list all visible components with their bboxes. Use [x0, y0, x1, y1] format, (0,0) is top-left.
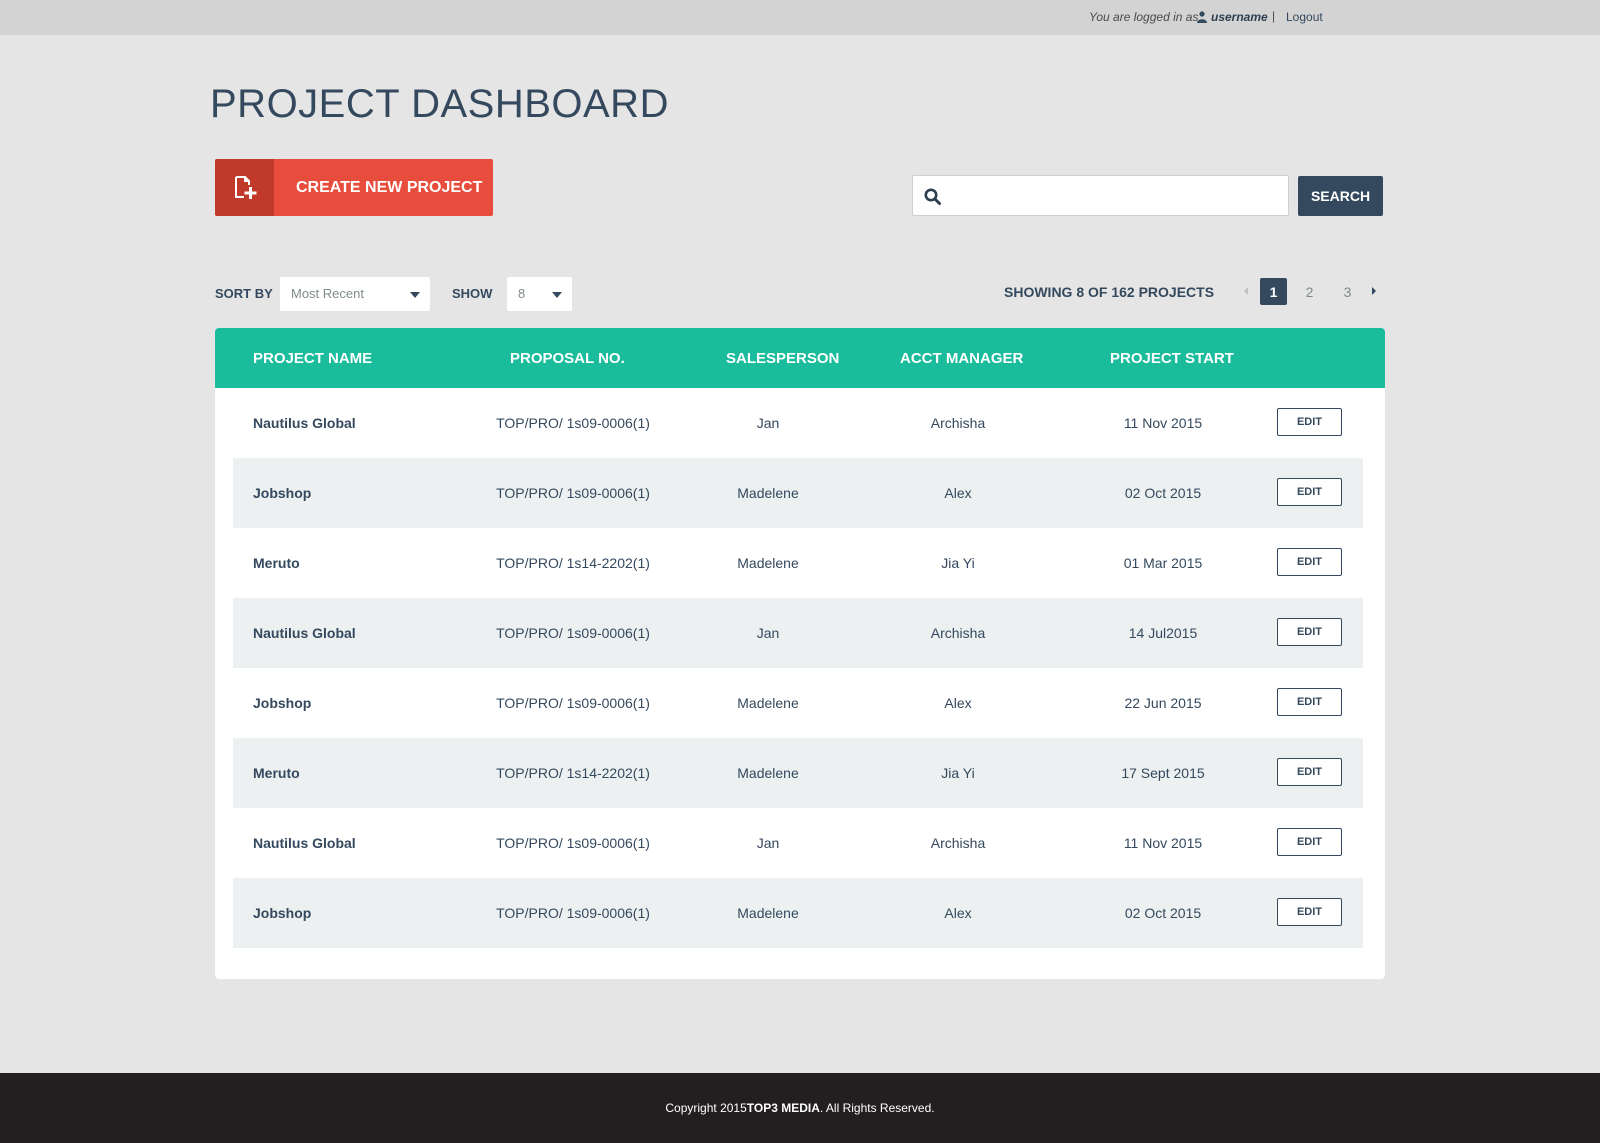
proposal-no-cell: TOP/PRO/ 1s09-0006(1) [496, 625, 650, 641]
project-start-cell: 02 Oct 2015 [1124, 905, 1202, 921]
show-count-value: 8 [518, 286, 526, 301]
acct-manager-cell: Archisha [930, 415, 986, 431]
copyright-suffix: . All Rights Reserved. [819, 1101, 935, 1115]
acct-manager-cell: Alex [944, 695, 972, 711]
new-file-icon-box [215, 159, 274, 216]
table-row: Jobshop TOP/PRO/ 1s09-0006(1) Madelene Alex… [233, 668, 1363, 738]
search-input[interactable] [949, 176, 1284, 215]
edit-button[interactable]: EDIT [1277, 688, 1342, 716]
separator: | [1272, 9, 1276, 23]
acct-manager-cell: Archisha [930, 835, 986, 851]
edit-button[interactable]: EDIT [1277, 828, 1342, 856]
table-header: PROJECT NAME PROPOSAL NO. SALESPERSON AC… [215, 328, 1385, 388]
chevron-left-icon[interactable] [1241, 285, 1251, 297]
edit-button[interactable]: EDIT [1277, 898, 1342, 926]
project-name-cell: Nautilus Global [253, 415, 356, 431]
search-icon [924, 188, 941, 205]
sort-by-value: Most Recent [291, 286, 364, 301]
project-name-cell: Nautilus Global [253, 835, 356, 851]
acct-manager-cell: Jia Yi [941, 765, 975, 781]
proposal-no-cell: TOP/PRO/ 1s09-0006(1) [496, 835, 650, 851]
project-name-cell: Meruto [253, 555, 300, 571]
caret-down-icon [410, 292, 420, 298]
proposal-no-cell: TOP/PRO/ 1s09-0006(1) [496, 485, 650, 501]
acct-manager-cell: Jia Yi [941, 555, 975, 571]
proposal-no-cell: TOP/PRO/ 1s14-2202(1) [496, 765, 650, 781]
copyright-prefix: Copyright 2015 [665, 1101, 747, 1115]
table-row: Meruto TOP/PRO/ 1s14-2202(1) Madelene Jia Y… [233, 738, 1363, 808]
projects-table: PROJECT NAME PROPOSAL NO. SALESPERSON AC… [215, 328, 1385, 979]
project-start-cell: 11 Nov 2015 [1123, 835, 1203, 851]
project-name-cell: Jobshop [253, 905, 312, 921]
header-salesperson: SALESPERSON [726, 350, 840, 367]
sort-by-select[interactable]: Most Recent [280, 277, 430, 311]
salesperson-cell: Madelene [737, 555, 799, 571]
header-acct-manager: ACCT MANAGER [900, 350, 1024, 367]
proposal-no-cell: TOP/PRO/ 1s09-0006(1) [496, 695, 650, 711]
edit-button[interactable]: EDIT [1277, 408, 1342, 436]
acct-manager-cell: Alex [944, 485, 972, 501]
page-3-button[interactable]: 3 [1334, 278, 1361, 305]
header-project-name: PROJECT NAME [253, 350, 373, 367]
showing-count-text: SHOWING 8 OF 162 PROJECTS [1004, 284, 1215, 300]
sort-by-label: SORT BY [215, 286, 273, 301]
brand-name: TOP3 MEDIA [746, 1101, 820, 1115]
show-count-select[interactable]: 8 [507, 277, 572, 311]
logout-link[interactable]: Logout [1286, 10, 1323, 24]
salesperson-cell: Jan [756, 835, 780, 851]
project-start-cell: 22 Jun 2015 [1124, 695, 1202, 711]
chevron-right-icon[interactable] [1369, 285, 1379, 297]
header-project-start: PROJECT START [1110, 350, 1234, 367]
project-name-cell: Jobshop [253, 695, 312, 711]
page-1-button[interactable]: 1 [1260, 278, 1287, 305]
table-row: Nautilus Global TOP/PRO/ 1s09-0006(1) Jan A… [233, 808, 1363, 878]
page-2-button[interactable]: 2 [1296, 278, 1323, 305]
show-label: SHOW [452, 286, 493, 301]
login-status-text: You are logged in as [1089, 10, 1199, 24]
salesperson-cell: Madelene [737, 695, 799, 711]
edit-button[interactable]: EDIT [1277, 548, 1342, 576]
acct-manager-cell: Archisha [930, 625, 986, 641]
project-start-cell: 14 Jul2015 [1128, 625, 1198, 641]
project-start-cell: 02 Oct 2015 [1124, 485, 1202, 501]
proposal-no-cell: TOP/PRO/ 1s09-0006(1) [496, 415, 650, 431]
table-row: Jobshop TOP/PRO/ 1s09-0006(1) Madelene Alex… [233, 878, 1363, 948]
proposal-no-cell: TOP/PRO/ 1s09-0006(1) [496, 905, 650, 921]
salesperson-cell: Madelene [737, 905, 799, 921]
table-row: Nautilus Global TOP/PRO/ 1s09-0006(1) Jan A… [233, 598, 1363, 668]
edit-button[interactable]: EDIT [1277, 478, 1342, 506]
project-name-cell: Meruto [253, 765, 300, 781]
project-start-cell: 01 Mar 2015 [1123, 555, 1203, 571]
table-row: Jobshop TOP/PRO/ 1s09-0006(1) Madelene Alex… [233, 458, 1363, 528]
create-new-project-button[interactable]: CREATE NEW PROJECT [215, 159, 493, 216]
project-start-cell: 17 Sept 2015 [1121, 765, 1205, 781]
acct-manager-cell: Alex [944, 905, 972, 921]
page-title: PROJECT DASHBOARD [210, 82, 669, 126]
edit-button[interactable]: EDIT [1277, 758, 1342, 786]
username-label[interactable]: username [1211, 10, 1268, 24]
table-row: Nautilus Global TOP/PRO/ 1s09-0006(1) Jan A… [233, 388, 1363, 458]
project-name-cell: Jobshop [253, 485, 312, 501]
table-row: Meruto TOP/PRO/ 1s14-2202(1) Madelene Jia Y… [233, 528, 1363, 598]
salesperson-cell: Jan [756, 415, 780, 431]
edit-button[interactable]: EDIT [1277, 618, 1342, 646]
proposal-no-cell: TOP/PRO/ 1s14-2202(1) [496, 555, 650, 571]
project-start-cell: 11 Nov 2015 [1123, 415, 1203, 431]
user-icon [1197, 11, 1207, 23]
salesperson-cell: Madelene [737, 485, 799, 501]
project-name-cell: Nautilus Global [253, 625, 356, 641]
search-box [912, 175, 1289, 216]
top-bar: You are logged in as username | Logout [0, 0, 1600, 35]
footer: Copyright 2015 TOP3 MEDIA. All Rights Re… [0, 1073, 1600, 1143]
header-proposal-no: PROPOSAL NO. [510, 350, 625, 367]
salesperson-cell: Jan [756, 625, 780, 641]
create-new-project-label: CREATE NEW PROJECT [296, 178, 483, 196]
salesperson-cell: Madelene [737, 765, 799, 781]
new-file-icon [234, 175, 256, 199]
caret-down-icon [552, 292, 562, 298]
search-button[interactable]: SEARCH [1298, 176, 1383, 216]
